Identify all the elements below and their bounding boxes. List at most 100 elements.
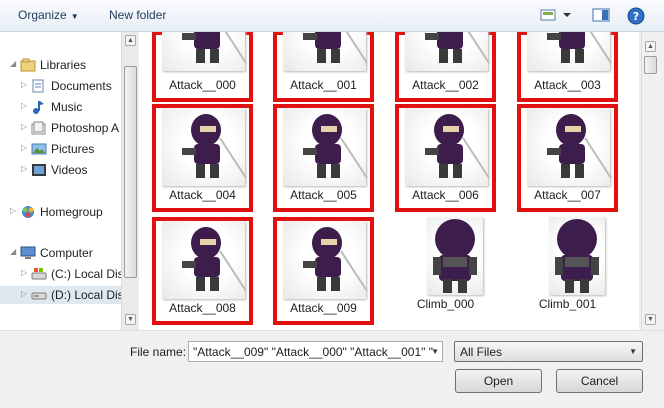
expand-arrow-icon[interactable]: ▷	[21, 289, 27, 298]
chevron-down-icon: ▼	[70, 12, 79, 21]
svg-text:?: ?	[633, 10, 639, 23]
file-tile[interactable]: Attack__009	[273, 217, 374, 325]
chevron-down-icon[interactable]: ▼	[431, 347, 439, 356]
organize-label: Organize	[18, 8, 67, 22]
file-name-value: "Attack__009" "Attack__000" "Attack__001…	[193, 345, 433, 359]
file-name: Climb_001	[538, 297, 597, 311]
file-name: Attack__003	[534, 78, 601, 92]
dialog-footer: File name: "Attack__009" "Attack__000" "…	[0, 330, 664, 408]
file-tile[interactable]: Climb_001	[517, 217, 618, 325]
open-button[interactable]: Open	[455, 369, 542, 393]
expand-arrow-icon[interactable]: ▷	[21, 80, 27, 89]
view-options-chevron-icon[interactable]	[562, 7, 572, 23]
chevron-down-icon: ▼	[629, 347, 637, 356]
file-name-label: File name:	[130, 345, 187, 359]
navigation-pane: ◢ Libraries ▷ Documents ▷ Music ▷ Photos…	[0, 32, 138, 330]
file-name: Attack__007	[534, 188, 601, 202]
expand-arrow-icon[interactable]: ▷	[21, 164, 27, 173]
scroll-down-icon[interactable]: ▼	[645, 314, 656, 325]
cancel-button[interactable]: Cancel	[556, 369, 643, 393]
file-tile[interactable]: Attack__003	[517, 32, 618, 102]
file-type-select[interactable]: All Files ▼	[454, 341, 643, 362]
file-name: Attack__009	[290, 301, 357, 315]
collapse-arrow-icon[interactable]: ◢	[10, 247, 16, 256]
file-tile[interactable]: Attack__002	[395, 32, 496, 102]
file-thumbnail	[405, 108, 490, 186]
nav-item-computer[interactable]: ◢ Computer	[0, 244, 121, 262]
file-name: Attack__005	[290, 188, 357, 202]
nav-item-drive-d[interactable]: ▷ (D:) Local Dis	[0, 286, 121, 304]
file-name: Attack__001	[290, 78, 357, 92]
toolbar: Organize ▼ New folder ?	[0, 0, 664, 32]
homegroup-icon	[20, 204, 36, 219]
new-folder-button[interactable]: New folder	[109, 8, 166, 22]
file-tile[interactable]: Attack__001	[273, 32, 374, 102]
scroll-up-icon[interactable]: ▲	[645, 41, 656, 52]
file-thumbnail	[162, 221, 247, 299]
file-thumbnail	[283, 108, 368, 186]
pictures-icon	[31, 141, 47, 156]
preview-pane-icon[interactable]	[592, 7, 610, 23]
file-thumbnail	[427, 217, 483, 295]
expand-arrow-icon[interactable]: ▷	[21, 268, 27, 277]
drive-icon	[31, 266, 47, 281]
libraries-icon	[20, 57, 36, 72]
computer-icon	[20, 245, 36, 260]
scroll-down-icon[interactable]: ▼	[125, 314, 136, 325]
file-tile[interactable]: Climb_000	[395, 217, 496, 325]
nav-item-label: Music	[51, 100, 83, 114]
collapse-arrow-icon[interactable]: ◢	[10, 59, 16, 68]
nav-item-label: (D:) Local Dis	[51, 288, 121, 302]
file-name: Attack__008	[169, 301, 236, 315]
file-name: Climb_000	[416, 297, 475, 311]
content-scrollbar[interactable]: ▲ ▼	[641, 32, 658, 330]
scroll-thumb[interactable]	[124, 66, 137, 278]
nav-item-videos[interactable]: ▷ Videos	[0, 161, 121, 179]
nav-item-pictures[interactable]: ▷ Pictures	[0, 140, 121, 158]
expand-arrow-icon[interactable]: ▷	[21, 101, 27, 110]
file-tile[interactable]: Attack__000	[152, 32, 253, 102]
nav-item-label: Videos	[51, 163, 88, 177]
file-thumbnail	[162, 32, 247, 71]
file-name: Attack__002	[412, 78, 479, 92]
nav-item-documents[interactable]: ▷ Documents	[0, 77, 121, 95]
folder-icon	[31, 120, 47, 135]
music-icon	[31, 99, 47, 114]
view-icon[interactable]	[539, 7, 557, 23]
nav-item-label: Photoshop A	[51, 121, 120, 135]
expand-arrow-icon[interactable]: ▷	[21, 143, 27, 152]
file-name: Attack__004	[169, 188, 236, 202]
file-tile[interactable]: Attack__005	[273, 104, 374, 212]
nav-item-label: Libraries	[40, 58, 87, 72]
nav-item-photoshop[interactable]: ▷ Photoshop A	[0, 119, 121, 137]
documents-icon	[31, 78, 47, 93]
expand-arrow-icon[interactable]: ▷	[21, 122, 27, 131]
help-icon[interactable]: ?	[627, 7, 645, 25]
file-name: Attack__006	[412, 188, 479, 202]
nav-item-label: Documents	[51, 79, 112, 93]
nav-item-drive-c[interactable]: ▷ (C:) Local Dis	[0, 265, 121, 283]
nav-item-libraries[interactable]: ◢ Libraries	[0, 56, 121, 74]
file-thumbnail	[162, 108, 247, 186]
file-tile[interactable]: Attack__008	[152, 217, 253, 325]
scroll-up-icon[interactable]: ▲	[125, 35, 136, 46]
file-tile[interactable]: Attack__006	[395, 104, 496, 212]
file-name-input[interactable]: "Attack__009" "Attack__000" "Attack__001…	[188, 341, 443, 362]
file-name: Attack__000	[169, 78, 236, 92]
nav-item-homegroup[interactable]: ▷ Homegroup	[0, 203, 121, 221]
nav-item-music[interactable]: ▷ Music	[0, 98, 121, 116]
nav-item-label: (C:) Local Dis	[51, 267, 121, 281]
window-edge	[658, 32, 664, 330]
file-type-value: All Files	[460, 345, 503, 359]
organize-button[interactable]: Organize ▼	[18, 8, 79, 22]
nav-item-label: Computer	[40, 246, 93, 260]
file-tile[interactable]: Attack__004	[152, 104, 253, 212]
file-thumbnail	[283, 221, 368, 299]
file-thumbnail	[527, 108, 612, 186]
nav-scrollbar[interactable]: ▲ ▼	[121, 32, 138, 330]
expand-arrow-icon[interactable]: ▷	[10, 206, 16, 215]
scroll-thumb[interactable]	[644, 56, 657, 74]
drive-icon	[31, 287, 47, 302]
file-thumbnail	[549, 217, 605, 295]
file-tile[interactable]: Attack__007	[517, 104, 618, 212]
